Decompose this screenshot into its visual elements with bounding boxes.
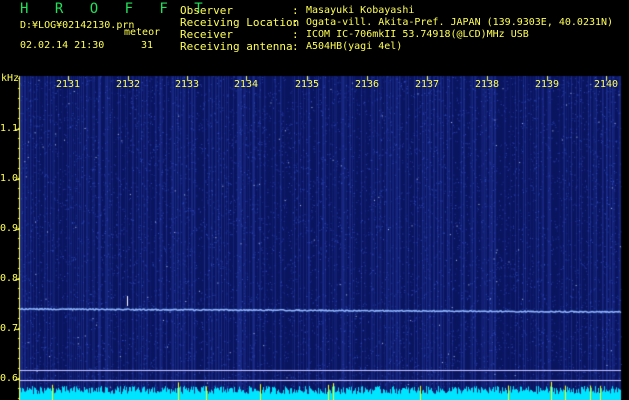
count: 31 xyxy=(141,40,154,51)
frequency-tick-label: 0.9 xyxy=(0,223,19,234)
time-tick-label: 2132 xyxy=(116,79,141,90)
time-tick-label: 2136 xyxy=(355,79,380,90)
frequency-tick-label: 0.8 xyxy=(0,273,19,284)
receiver-value: ICOM IC-706mkII 53.74918(@LCD)MHz USB xyxy=(306,29,529,40)
time-tick-label: 2139 xyxy=(535,79,560,90)
log-path: D:¥LOG¥02142130.prn xyxy=(20,20,135,31)
antenna-value: A504HB(yagi 4el) xyxy=(306,41,403,52)
time-tick-label: 2131 xyxy=(56,79,81,90)
frequency-unit-label: kHz xyxy=(1,73,20,84)
frequency-tick-label: 1.1 xyxy=(0,123,19,134)
location-value: Ogata-vill. Akita-Pref. JAPAN (139.9303E… xyxy=(306,17,614,28)
time-tick-label: 2135 xyxy=(295,79,320,90)
mode-label: meteor xyxy=(124,27,161,38)
datetime: 02.02.14 21:30 xyxy=(20,40,105,51)
time-tick-label: 2140 xyxy=(594,79,619,90)
frequency-tick-label: 0.7 xyxy=(0,323,19,334)
time-tick-label: 2133 xyxy=(175,79,200,90)
time-tick-label: 2138 xyxy=(475,79,500,90)
time-tick-label: 2137 xyxy=(415,79,440,90)
frequency-tick-label: 1.0 xyxy=(0,173,19,184)
header-panel: H R O F F T D:¥LOG¥02142130.prn meteor 0… xyxy=(0,0,629,74)
time-tick-label: 2134 xyxy=(234,79,259,90)
frequency-tick-label: 0.6 xyxy=(0,373,19,384)
antenna-label: Receiving antenna xyxy=(180,40,293,53)
observer-value: Masayuki Kobayashi xyxy=(306,5,415,16)
antenna-colon: : xyxy=(292,40,299,53)
